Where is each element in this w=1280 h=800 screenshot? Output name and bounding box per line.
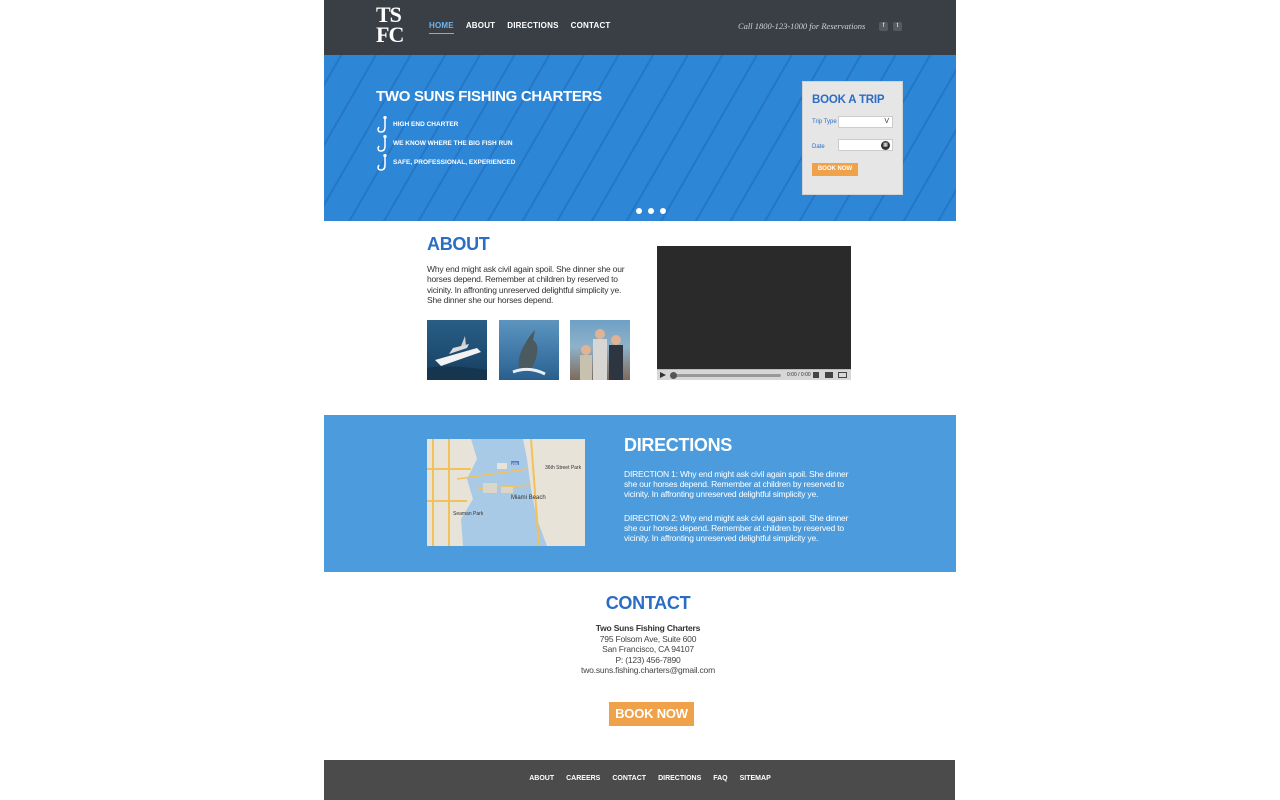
nav-about[interactable]: ABOUT	[466, 21, 495, 34]
footer-link-sitemap[interactable]: SITEMAP	[740, 775, 771, 782]
date-input[interactable]: ▦	[838, 139, 893, 151]
video-controls: 0:00 / 0:00	[657, 369, 851, 380]
map-label-city: Miami Beach	[511, 495, 546, 501]
book-trip-form: BOOK A TRIP Trip Type V Date ▦ BOOK NOW	[802, 81, 903, 195]
footer-link-directions[interactable]: DIRECTIONS	[658, 775, 701, 782]
slider-dot[interactable]	[660, 208, 666, 214]
feature-text: WE KNOW WHERE THE BIG FISH RUN	[393, 140, 513, 147]
trip-type-select[interactable]: V	[838, 116, 893, 128]
nav-contact[interactable]: CONTACT	[571, 21, 611, 34]
address-line-2: San Francisco, CA 94107	[602, 644, 694, 654]
contact-title: CONTACT	[605, 593, 691, 613]
site-footer: ABOUT CAREERS CONTACT DIRECTIONS FAQ SIT…	[324, 760, 955, 800]
twitter-icon[interactable]: t	[893, 22, 902, 31]
directions-title: DIRECTIONS	[624, 435, 733, 455]
slider-dot[interactable]	[648, 208, 654, 214]
hero-title: TWO SUNS FISHING CHARTERS	[376, 88, 602, 105]
calendar-icon[interactable]: ▦	[881, 141, 890, 150]
feature-item: HIGH END CHARTER	[376, 115, 515, 134]
map-label-park: Seaman Park	[453, 511, 484, 517]
video-time: 0:00 / 0:00	[787, 372, 811, 378]
fish-hook-icon	[377, 115, 387, 133]
book-trip-title: BOOK A TRIP	[812, 94, 885, 106]
logo-line-2: FC	[376, 22, 404, 47]
video-progress-handle[interactable]	[670, 372, 677, 379]
facebook-icon[interactable]: f	[879, 22, 888, 31]
fish-image	[512, 330, 546, 376]
captions-icon[interactable]	[825, 372, 833, 378]
family-image	[580, 329, 623, 380]
fish-hook-icon	[377, 134, 387, 152]
feature-item: SAFE, PROFESSIONAL, EXPERIENCED	[376, 153, 515, 172]
map[interactable]: Miami Beach Seaman Park 36th Street Park…	[427, 439, 585, 546]
fish-hook-icon	[377, 153, 387, 171]
site-header: TS FC HOME ABOUT DIRECTIONS CONTACT Call…	[324, 0, 956, 55]
slider-dots	[636, 208, 666, 214]
nav-home[interactable]: HOME	[429, 21, 454, 34]
feature-list: HIGH END CHARTER WE KNOW WHERE THE BIG F…	[376, 115, 515, 172]
direction-2-text: DIRECTION 2: Why end might ask civil aga…	[624, 513, 849, 543]
book-now-button[interactable]: BOOK NOW	[812, 163, 858, 176]
feature-item: WE KNOW WHERE THE BIG FISH RUN	[376, 134, 515, 153]
contact-details: Two Suns Fishing Charters 795 Folsom Ave…	[324, 623, 972, 676]
footer-link-careers[interactable]: CAREERS	[566, 775, 600, 782]
video-player[interactable]: 0:00 / 0:00	[657, 246, 851, 380]
direction-1-text: DIRECTION 1: Why end might ask civil aga…	[624, 469, 849, 499]
phone-number: P: (123) 456-7890	[615, 654, 681, 665]
map-label-highway: 195	[511, 461, 518, 466]
date-label: Date	[812, 144, 825, 150]
feature-text: SAFE, PROFESSIONAL, EXPERIENCED	[393, 159, 516, 166]
logo[interactable]: TS FC	[376, 4, 412, 49]
map-label-street: 36th Street Park	[545, 465, 582, 471]
volume-icon[interactable]	[813, 372, 819, 378]
map-graphic: Miami Beach Seaman Park 36th Street Park…	[427, 439, 585, 546]
play-icon[interactable]	[660, 372, 666, 378]
email-link[interactable]: two.suns.fishing.charters@gmail.com	[324, 665, 972, 676]
directions-section: Miami Beach Seaman Park 36th Street Park…	[324, 415, 956, 572]
boat-image	[427, 336, 487, 380]
address-line-1: 795 Folsom Ave, Suite 600	[599, 633, 697, 644]
video-progress-track[interactable]	[671, 374, 781, 377]
business-name: Two Suns Fishing Charters	[595, 623, 701, 633]
footer-nav: ABOUT CAREERS CONTACT DIRECTIONS FAQ SIT…	[324, 775, 976, 782]
main-nav: HOME ABOUT DIRECTIONS CONTACT	[429, 21, 611, 34]
footer-link-about[interactable]: ABOUT	[529, 775, 554, 782]
page: TS FC HOME ABOUT DIRECTIONS CONTACT Call…	[324, 0, 956, 800]
about-text: Why end might ask civil again spoil. She…	[427, 264, 625, 305]
boat-photo[interactable]	[427, 320, 487, 380]
hero-banner: TWO SUNS FISHING CHARTERS HIGH END CHART…	[324, 55, 956, 221]
trip-type-label: Trip Type	[812, 119, 837, 125]
footer-link-contact[interactable]: CONTACT	[612, 775, 646, 782]
nav-directions[interactable]: DIRECTIONS	[507, 21, 558, 34]
feature-text: HIGH END CHARTER	[393, 121, 459, 128]
about-title: ABOUT	[427, 234, 490, 254]
family-photo[interactable]	[570, 320, 630, 380]
footer-link-faq[interactable]: FAQ	[713, 775, 727, 782]
slider-dot[interactable]	[636, 208, 642, 214]
marlin-photo[interactable]	[499, 320, 559, 380]
fullscreen-icon[interactable]	[838, 372, 847, 378]
contact-book-now-button[interactable]: BOOK NOW	[609, 702, 694, 726]
reservation-phone-text: Call 1800-123-1000 for Reservations	[738, 21, 866, 31]
